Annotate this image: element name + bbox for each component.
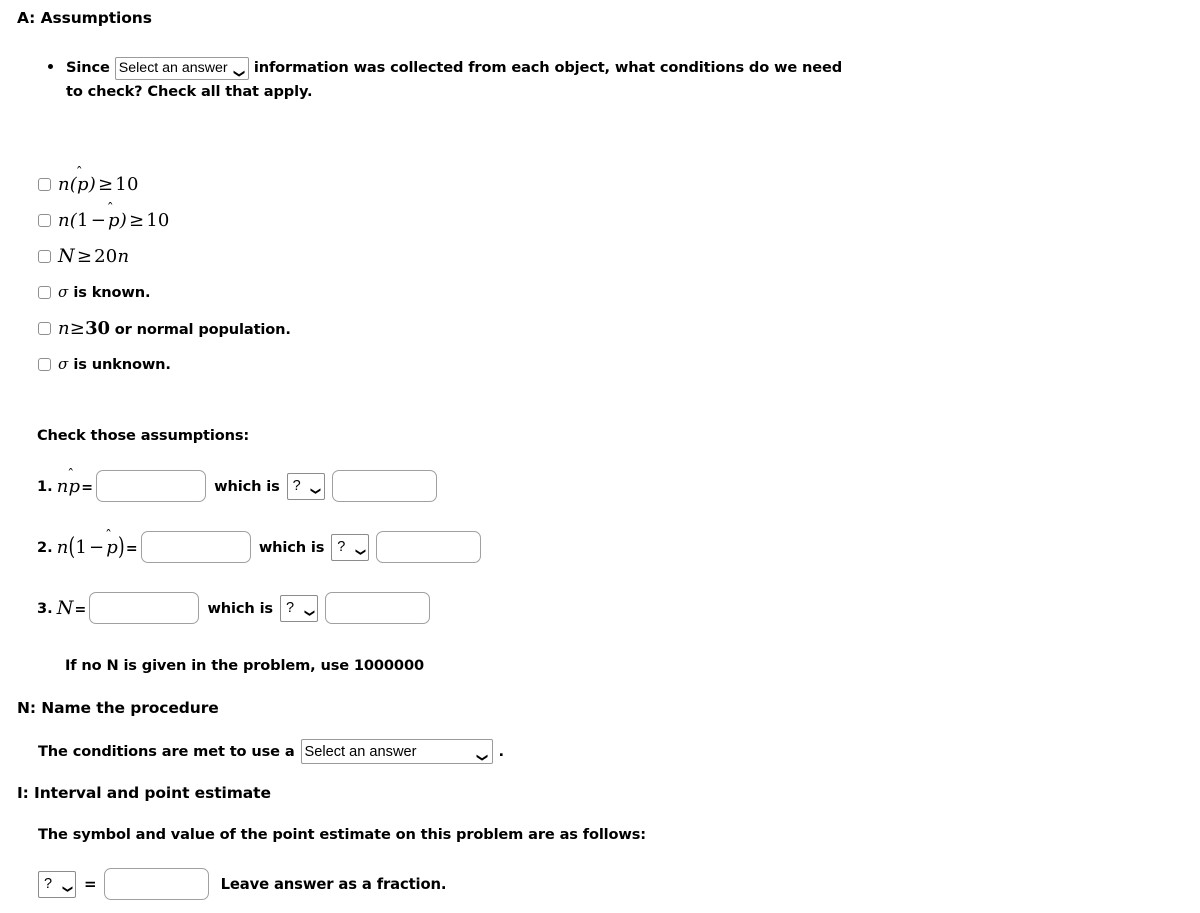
assumption-checkbox-list: n(p̂)≥10 n(p̂) ≥ 10 n(1−p̂)≥10 n(1 − p̂)…: [38, 166, 291, 382]
point-estimate-symbol-select-wrap: ? ❮: [38, 870, 76, 898]
procedure-select[interactable]: Select an answer: [300, 739, 493, 764]
assumption-row-2-result-input[interactable]: [376, 531, 482, 563]
checkbox-row-n-phat-ge-10[interactable]: n(p̂)≥10 n(p̂) ≥ 10: [38, 166, 291, 202]
assumption-row-1-comparison-select[interactable]: ?: [286, 472, 325, 500]
assumption-row-3-which-label: which is: [207, 599, 273, 617]
assumption-row-2: 2. n(1− p̂)= which is ? ❮: [37, 528, 482, 563]
point-estimate-symbol-select[interactable]: ?: [38, 870, 76, 898]
assumption-row-3-comparison-select[interactable]: ?: [279, 594, 318, 622]
assumption-row-2-select-wrap: ? ❮: [331, 533, 370, 561]
checkbox-row-n-1-minus-phat-ge-10[interactable]: n(1−p̂)≥10 n(1 − p̂) ≥ 10: [38, 202, 291, 238]
check-assumptions-prompt: Check those assumptions:: [37, 427, 250, 444]
procedure-sentence-row: The conditions are met to use a Select a…: [38, 739, 504, 764]
bullet-text-line2: to check? Check all that apply.: [66, 82, 313, 100]
bullet-text-after: information was collected from each obje…: [253, 59, 843, 76]
page-title-interval: I: Interval and point estimate: [17, 784, 271, 802]
page-title-name-procedure: N: Name the procedure: [17, 699, 219, 717]
checkbox-label-sigma-unknown: σ is unknown.: [58, 355, 171, 373]
bullet-dot-icon: [48, 64, 53, 69]
checkbox-sigma-unknown[interactable]: [38, 357, 51, 371]
checkbox-label-n-ge-30-normal: n≥30 or normal population.: [58, 317, 291, 339]
procedure-text-before: The conditions are met to use a: [38, 743, 295, 760]
checkbox-N-ge-20n[interactable]: [38, 249, 51, 263]
checkbox-row-N-ge-20n[interactable]: N≥20n N ≥ 20n: [38, 238, 291, 274]
assumption-row-1: 1. np̂ = which is ? ❮: [37, 467, 437, 502]
assumption-row-2-comparison-select[interactable]: ?: [331, 533, 370, 561]
no-n-note: If no N is given in the problem, use 100…: [65, 657, 424, 674]
assumption-row-1-select-wrap: ? ❮: [286, 472, 325, 500]
assumption-row-3-symbol: N=: [56, 597, 87, 619]
point-estimate-equals: =: [84, 875, 97, 893]
point-estimate-value-input[interactable]: [103, 868, 209, 900]
checkbox-row-sigma-unknown[interactable]: σ is unknown. σ is unknown.: [38, 346, 291, 382]
assumption-row-1-index: 1.: [37, 477, 53, 495]
checkbox-label-N-ge-20n: N ≥20n: [58, 245, 130, 267]
collection-type-select-wrap: Select an answer ❮: [114, 55, 249, 80]
point-estimate-row: ? ❮ = Leave answer as a fraction.: [38, 868, 446, 900]
interval-description: The symbol and value of the point estima…: [38, 826, 646, 843]
checkbox-row-n-ge-30-normal[interactable]: n≥30 or normal population. n ≥ 30 or nor…: [38, 310, 291, 346]
checkbox-n-phat-ge-10[interactable]: [38, 177, 51, 191]
assumption-row-3-value-input[interactable]: [89, 592, 200, 624]
assumption-row-1-value-input[interactable]: [96, 470, 207, 502]
procedure-select-wrap: Select an answer ❮: [300, 739, 493, 764]
bullet-text-before: Since: [66, 59, 110, 76]
assumption-row-1-result-input[interactable]: [331, 470, 437, 502]
checkbox-row-sigma-known[interactable]: σ is known. σ is known.: [38, 274, 291, 310]
assumption-row-1-which-label: which is: [214, 477, 280, 495]
collection-type-select[interactable]: Select an answer: [114, 56, 249, 80]
assumptions-question-bullet: Since Select an answer ❮ information was…: [40, 55, 920, 103]
checkbox-label-n-1-minus-phat-ge-10: n(1− p̂) ≥10: [58, 201, 170, 231]
page-title-assumptions: A: Assumptions: [17, 9, 152, 27]
checkbox-label-n-phat-ge-10: n(p̂) ≥10: [58, 165, 139, 195]
assumption-row-3-select-wrap: ? ❮: [279, 594, 318, 622]
checkbox-n-ge-30-normal[interactable]: [38, 321, 51, 335]
checkbox-sigma-known[interactable]: [38, 285, 51, 299]
assumption-row-3-index: 3.: [37, 599, 53, 617]
assumption-row-3: 3. N= which is ? ❮: [37, 592, 430, 624]
assumption-row-1-symbol: np̂ =: [56, 467, 94, 497]
assumption-row-2-value-input[interactable]: [140, 531, 251, 563]
procedure-text-after: .: [498, 743, 505, 760]
assumption-row-2-index: 2.: [37, 538, 53, 556]
assumption-row-2-which-label: which is: [258, 538, 325, 556]
checkbox-label-sigma-known: σ is known.: [58, 283, 151, 301]
assumption-row-3-result-input[interactable]: [324, 592, 430, 624]
point-estimate-hint: Leave answer as a fraction.: [220, 875, 447, 893]
assumption-row-2-symbol: n(1− p̂)=: [56, 528, 138, 561]
checkbox-n-1-minus-phat-ge-10[interactable]: [38, 213, 51, 227]
